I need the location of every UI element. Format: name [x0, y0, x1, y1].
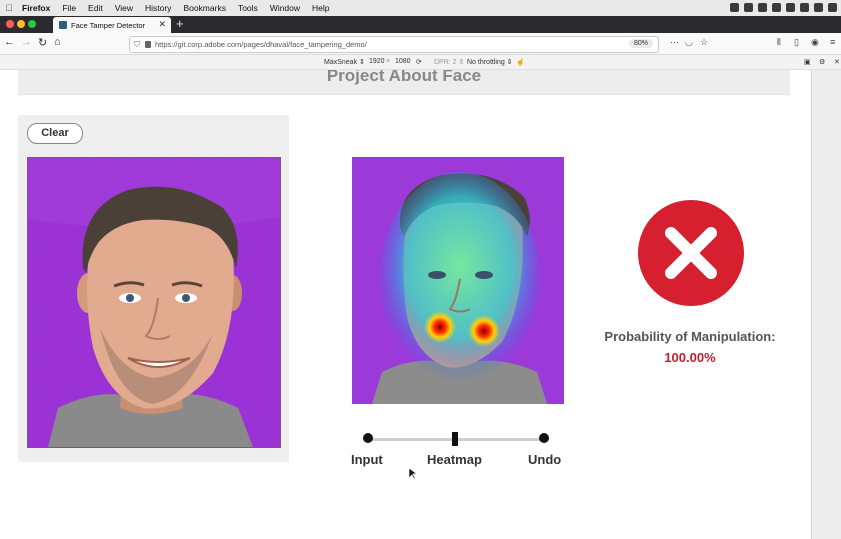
- shield-icon[interactable]: ⛉: [134, 40, 142, 49]
- library-icon[interactable]: ⫴: [777, 37, 781, 48]
- rotate-icon[interactable]: ⟳: [416, 58, 422, 66]
- input-face-illustration: [28, 158, 280, 447]
- menu-view[interactable]: View: [109, 3, 139, 13]
- navigation-bar: ← → ↻ ⌂ ⛉ https://git.corp.adobe.com/pag…: [0, 33, 841, 55]
- menu-window[interactable]: Window: [264, 3, 306, 13]
- forward-arrow-icon[interactable]: →: [21, 36, 32, 48]
- url-text[interactable]: https://git.corp.adobe.com/pages/dhaval/…: [155, 40, 367, 49]
- reload-icon[interactable]: ↻: [38, 36, 47, 49]
- width-input[interactable]: 1920: [369, 58, 385, 65]
- mouse-cursor-icon: [409, 468, 417, 480]
- slider-thumb[interactable]: [452, 432, 458, 446]
- close-tab-icon[interactable]: ✕: [158, 19, 166, 30]
- page-viewport: Project About Face Clear Input Heatmap U…: [0, 70, 811, 539]
- tab-title: Face Tamper Detector: [71, 20, 146, 30]
- more-icon[interactable]: ⋯: [670, 37, 679, 48]
- slider-input-stop[interactable]: [363, 433, 373, 443]
- x-mark-glyph: [665, 227, 717, 279]
- menu-app[interactable]: Firefox: [18, 3, 56, 13]
- dropbox-icon[interactable]: [744, 3, 753, 12]
- close-rdm-icon[interactable]: ✕: [834, 58, 840, 66]
- page-title: Project About Face: [326, 70, 482, 85]
- url-bar[interactable]: ⛉ https://git.corp.adobe.com/pages/dhava…: [129, 36, 659, 53]
- x-mark-icon: [638, 200, 744, 306]
- menu-tools[interactable]: Tools: [232, 3, 264, 13]
- new-tab-icon[interactable]: +: [176, 16, 184, 31]
- dpr-selector[interactable]: DPR: 2 ⇕: [434, 58, 464, 66]
- close-window-button[interactable]: [6, 20, 14, 28]
- tab-face-tamper-detector[interactable]: Face Tamper Detector ✕: [53, 17, 171, 33]
- tray-icon[interactable]: [800, 3, 809, 12]
- clear-button[interactable]: Clear: [27, 123, 83, 144]
- page-scrollbar[interactable]: [811, 70, 841, 539]
- zoom-level[interactable]: 80%: [628, 39, 653, 48]
- status-tray: [730, 3, 837, 12]
- probability-label: Probability of Manipulation:: [604, 329, 776, 344]
- wifi-icon[interactable]: [828, 3, 837, 12]
- lock-icon[interactable]: [145, 41, 151, 48]
- tray-icon[interactable]: [730, 3, 739, 12]
- input-panel: Clear: [18, 115, 289, 462]
- responsive-toolbar: MaxSneak ⇕ 1920 × 1080 ⟳ DPR: 2 ⇕ No thr…: [0, 55, 841, 70]
- probability-value: 100.00%: [664, 350, 716, 365]
- menu-help[interactable]: Help: [306, 3, 335, 13]
- slider-label-input[interactable]: Input: [351, 452, 383, 467]
- tray-icon[interactable]: [814, 3, 823, 12]
- apple-menu-icon[interactable]: : [0, 3, 18, 13]
- menu-icon[interactable]: ≡: [830, 37, 835, 47]
- page-header: Project About Face: [18, 70, 790, 95]
- sidebar-icon[interactable]: ▯: [794, 37, 799, 48]
- tab-bar: Face Tamper Detector ✕ +: [0, 16, 841, 33]
- heatmap-illustration: [372, 172, 547, 404]
- height-input[interactable]: 1080: [395, 58, 411, 65]
- menu-file[interactable]: File: [56, 3, 82, 13]
- screenshot-icon[interactable]: ▣: [804, 58, 811, 66]
- bookmark-star-icon[interactable]: ☆: [700, 37, 708, 48]
- back-arrow-icon[interactable]: ←: [4, 36, 15, 48]
- slider-label-undo[interactable]: Undo: [528, 452, 561, 467]
- settings-gear-icon[interactable]: ⚙: [819, 58, 825, 66]
- device-selector[interactable]: MaxSneak ⇕: [324, 58, 365, 66]
- menu-edit[interactable]: Edit: [82, 3, 109, 13]
- menu-bookmarks[interactable]: Bookmarks: [177, 3, 232, 13]
- heatmap-face-image[interactable]: [352, 157, 564, 404]
- tray-icon[interactable]: [772, 3, 781, 12]
- account-icon[interactable]: ◉: [811, 37, 819, 48]
- dimension-separator: ×: [386, 58, 391, 65]
- tray-icon[interactable]: [786, 3, 795, 12]
- menu-history[interactable]: History: [139, 3, 177, 13]
- throttling-selector[interactable]: No throttling ⇕: [467, 58, 513, 66]
- touch-icon[interactable]: ☝: [516, 58, 525, 66]
- home-icon[interactable]: ⌂: [54, 36, 61, 48]
- slider-undo-stop[interactable]: [539, 433, 549, 443]
- minimize-window-button[interactable]: [17, 20, 25, 28]
- pocket-icon[interactable]: ◡: [685, 37, 693, 48]
- favicon-icon: [59, 21, 67, 29]
- zoom-window-button[interactable]: [28, 20, 36, 28]
- slider-label-heatmap[interactable]: Heatmap: [427, 452, 482, 467]
- input-face-image[interactable]: [27, 157, 281, 448]
- tray-icon[interactable]: [758, 3, 767, 12]
- macos-menubar:  Firefox File Edit View History Bookmar…: [0, 0, 841, 17]
